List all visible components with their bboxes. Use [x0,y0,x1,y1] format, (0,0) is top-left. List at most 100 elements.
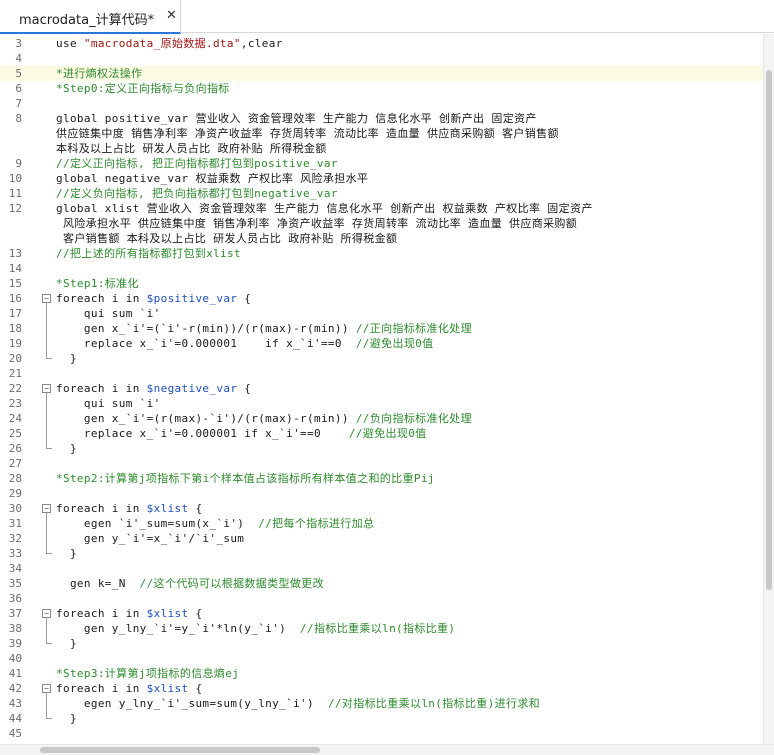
code-line[interactable]: 30 foreach i in $xlist { [0,501,764,516]
fold-guide [46,618,47,644]
code-text[interactable]: 客户销售额 本科及以上占比 研发人员占比 政府补贴 所得税金额 [56,231,397,246]
code-text[interactable]: use "macrodata_原始数据.dta",clear [56,36,283,51]
code-text[interactable]: gen k=_N //这个代码可以根据数据类型做更改 [56,576,324,591]
code-line[interactable]: 27 [0,456,764,471]
code-line[interactable]: 36 [0,591,764,606]
code-text[interactable]: *进行熵权法操作 [56,66,142,81]
code-line[interactable]: 24 gen x_`i'=(r(max)-`i')/(r(max)-r(min)… [0,411,764,426]
code-text[interactable]: 风险承担水平 供应链集中度 销售净利率 净资产收益率 存货周转率 流动比率 造血… [56,216,577,231]
code-text[interactable]: } [56,711,77,726]
code-line[interactable]: 25 replace x_`i'=0.000001 if x_`i'==0 //… [0,426,764,441]
code-line[interactable]: 风险承担水平 供应链集中度 销售净利率 净资产收益率 存货周转率 流动比率 造血… [0,216,764,231]
code-text[interactable]: qui sum `i' [56,306,161,321]
code-line[interactable]: 16 foreach i in $positive_var { [0,291,764,306]
code-line[interactable]: 13 //把上述的所有指标都打包到xlist [0,246,764,261]
code-line[interactable]: 33 } [0,546,764,561]
code-text[interactable]: //把上述的所有指标都打包到xlist [56,246,241,261]
code-editor[interactable]: 3 use "macrodata_原始数据.dta",clear 4 5 *进行熵权法操… [0,34,764,745]
code-line[interactable]: 40 [0,651,764,666]
code-text[interactable]: replace x_`i'=0.000001 if x_`i'==0 //避免出… [56,336,434,351]
code-text[interactable]: } [56,636,77,651]
code-line[interactable]: 4 [0,51,764,66]
code-line[interactable]: 5 *进行熵权法操作 [0,66,764,81]
fold-toggle-icon[interactable]: − [42,504,51,513]
code-text[interactable]: //定义负向指标, 把负向指标都打包到negative_var [56,186,338,201]
code-line[interactable]: 10 global negative_var 权益乘数 产权比率 风险承担水平 [0,171,764,186]
code-line[interactable]: 43 egen y_lny_`i'_sum=sum(y_lny_`i') //对… [0,696,764,711]
code-line[interactable]: 7 [0,96,764,111]
code-line[interactable]: 12 global xlist 营业收入 资金管理效率 生产能力 信息化水平 创新… [0,201,764,216]
horizontal-scrollbar[interactable] [0,744,774,755]
vertical-scrollbar[interactable] [763,34,774,745]
code-text[interactable]: global xlist 营业收入 资金管理效率 生产能力 信息化水平 创新产出… [56,201,593,216]
code-text[interactable]: *Step0:定义正向指标与负向指标 [56,81,230,96]
code-line[interactable]: 20 } [0,351,764,366]
code-text[interactable]: replace x_`i'=0.000001 if x_`i'==0 //避免出… [56,426,427,441]
close-icon[interactable]: ✕ [166,8,177,23]
code-text[interactable]: } [56,441,77,456]
code-text[interactable]: foreach i in $negative_var { [56,381,251,396]
code-text[interactable]: //定义正向指标, 把正向指标都打包到positive_var [56,156,338,171]
line-number: 45 [8,727,22,740]
code-text[interactable]: 供应链集中度 销售净利率 净资产收益率 存货周转率 流动比率 造血量 供应商采购… [56,126,559,141]
code-text[interactable]: gen y_lny_`i'=y_`i'*ln(y_`i') //指标比重乘以ln… [56,621,455,636]
code-text[interactable]: global positive_var 营业收入 资金管理效率 生产能力 信息化… [56,111,537,126]
code-line[interactable]: 38 gen y_lny_`i'=y_`i'*ln(y_`i') //指标比重乘… [0,621,764,636]
code-line[interactable]: 本科及以上占比 研发人员占比 政府补贴 所得税金额 [0,141,764,156]
code-text[interactable]: foreach i in $positive_var { [56,291,251,306]
line-number: 36 [8,592,22,605]
code-line[interactable]: 35 gen k=_N //这个代码可以根据数据类型做更改 [0,576,764,591]
code-line[interactable]: 29 [0,486,764,501]
code-text[interactable]: 本科及以上占比 研发人员占比 政府补贴 所得税金额 [56,141,327,156]
code-text[interactable]: gen x_`i'=(`i'-r(min))/(r(max)-r(min)) /… [56,321,472,336]
code-line[interactable]: 6 *Step0:定义正向指标与负向指标 [0,81,764,96]
code-line[interactable]: 3 use "macrodata_原始数据.dta",clear [0,36,764,51]
fold-toggle-icon[interactable]: − [42,294,51,303]
code-line[interactable]: 26 } [0,441,764,456]
code-line[interactable]: 44 } [0,711,764,726]
code-line[interactable]: 41 *Step3:计算第j项指标的信息熵ej [0,666,764,681]
code-line[interactable]: 45 [0,726,764,741]
code-line[interactable]: 34 [0,561,764,576]
code-text[interactable]: foreach i in $xlist { [56,501,202,516]
code-line[interactable]: 8 global positive_var 营业收入 资金管理效率 生产能力 信息… [0,111,764,126]
code-line[interactable]: 42 foreach i in $xlist { [0,681,764,696]
code-text[interactable]: *Step2:计算第j项指标下第i个样本值占该指标所有样本值之和的比重Pij [56,471,435,486]
code-line[interactable]: 23 qui sum `i' [0,396,764,411]
code-line[interactable]: 14 [0,261,764,276]
code-line[interactable]: 32 gen y_`i'=x_`i'/`i'_sum [0,531,764,546]
code-text[interactable]: foreach i in $xlist { [56,606,202,621]
code-line[interactable]: 9 //定义正向指标, 把正向指标都打包到positive_var [0,156,764,171]
fold-toggle-icon[interactable]: − [42,609,51,618]
code-line[interactable]: 18 gen x_`i'=(`i'-r(min))/(r(max)-r(min)… [0,321,764,336]
code-text[interactable]: *Step3:计算第j项指标的信息熵ej [56,666,239,681]
code-line[interactable]: 31 egen `i'_sum=sum(x_`i') //把每个指标进行加总 [0,516,764,531]
line-number: 20 [8,352,22,365]
horizontal-scroll-thumb[interactable] [40,747,320,753]
code-text[interactable]: gen y_`i'=x_`i'/`i'_sum [56,531,244,546]
code-text[interactable]: egen y_lny_`i'_sum=sum(y_lny_`i') //对指标比… [56,696,540,711]
code-text[interactable]: gen x_`i'=(r(max)-`i')/(r(max)-r(min)) /… [56,411,472,426]
code-text[interactable]: qui sum `i' [56,396,161,411]
code-text[interactable]: foreach i in $xlist { [56,681,202,696]
vertical-scroll-thumb[interactable] [766,70,772,590]
code-line[interactable]: 11 //定义负向指标, 把负向指标都打包到negative_var [0,186,764,201]
code-text[interactable]: } [56,351,77,366]
fold-toggle-icon[interactable]: − [42,684,51,693]
code-line[interactable]: 39 } [0,636,764,651]
code-line[interactable]: 客户销售额 本科及以上占比 研发人员占比 政府补贴 所得税金额 [0,231,764,246]
code-line[interactable]: 15 *Step1:标准化 [0,276,764,291]
code-line[interactable]: 17 qui sum `i' [0,306,764,321]
code-line[interactable]: 22 foreach i in $negative_var { [0,381,764,396]
code-text[interactable]: egen `i'_sum=sum(x_`i') //把每个指标进行加总 [56,516,374,531]
fold-toggle-icon[interactable]: − [42,384,51,393]
code-text[interactable]: global negative_var 权益乘数 产权比率 风险承担水平 [56,171,368,186]
code-line[interactable]: 21 [0,366,764,381]
code-line[interactable]: 28 *Step2:计算第j项指标下第i个样本值占该指标所有样本值之和的比重Pij [0,471,764,486]
tab-macrodata-code[interactable]: macrodata_计算代码* ✕ [0,0,181,34]
code-line[interactable]: 19 replace x_`i'=0.000001 if x_`i'==0 //… [0,336,764,351]
code-text[interactable]: } [56,546,77,561]
code-line[interactable]: 供应链集中度 销售净利率 净资产收益率 存货周转率 流动比率 造血量 供应商采购… [0,126,764,141]
code-line[interactable]: 37 foreach i in $xlist { [0,606,764,621]
code-text[interactable]: *Step1:标准化 [56,276,139,291]
